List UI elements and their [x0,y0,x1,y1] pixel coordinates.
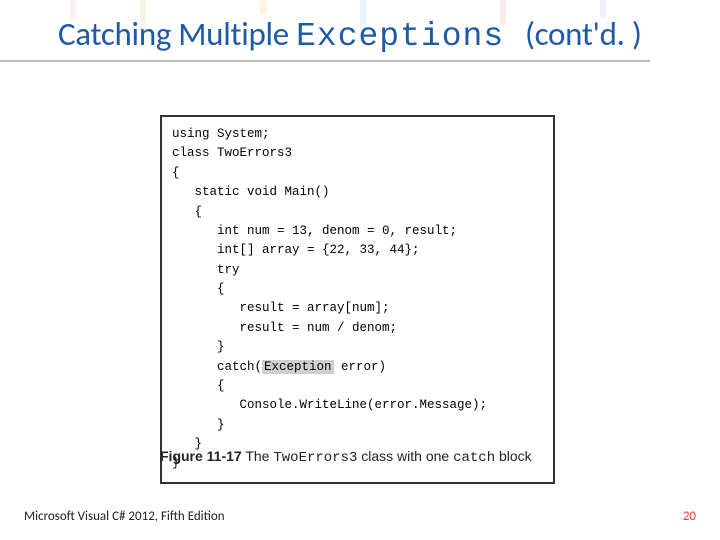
code-line: { [172,282,225,296]
caption-keyword: catch [453,450,495,466]
code-listing: using System; class TwoErrors3 { static … [160,115,555,484]
code-line: { [172,166,180,180]
page-number: 20 [683,509,696,524]
title-underline [0,60,650,62]
title-suffix: (cont'd. ) [525,14,642,54]
code-line: int num = 13, denom = 0, result; [172,224,457,238]
decor-drip [260,0,266,15]
code-line: } [172,340,225,354]
caption-classname: TwoErrors3 [273,450,357,466]
code-line: class TwoErrors3 [172,146,292,160]
code-line: int[] array = {22, 33, 44}; [172,243,420,257]
code-line: result = array[num]; [172,301,390,315]
code-line: Console.WriteLine(error.Message); [172,398,487,412]
code-line: { [172,379,225,393]
figure-number: Figure 11-17 [160,448,242,464]
footer-credit: Microsoft Visual C# 2012, Fifth Edition [24,509,225,524]
slide-title: Catching Multiple Exceptions (cont'd. ) [58,14,642,55]
code-line: catch(Exception error) [172,360,386,374]
title-mono: Exceptions [296,18,525,55]
title-prefix: Catching Multiple [58,14,296,54]
caption-post: block [495,448,532,464]
caption-mid: class with one [357,448,453,464]
code-line: } [172,418,225,432]
code-line: using System; [172,127,270,141]
code-line: static void Main() [172,185,330,199]
code-line: result = num / denom; [172,321,397,335]
code-line: try [172,263,240,277]
caption-pre: The [242,448,274,464]
code-highlight: Exception [262,360,334,374]
figure-caption: Figure 11-17 The TwoErrors3 class with o… [160,448,532,466]
code-line: { [172,205,202,219]
